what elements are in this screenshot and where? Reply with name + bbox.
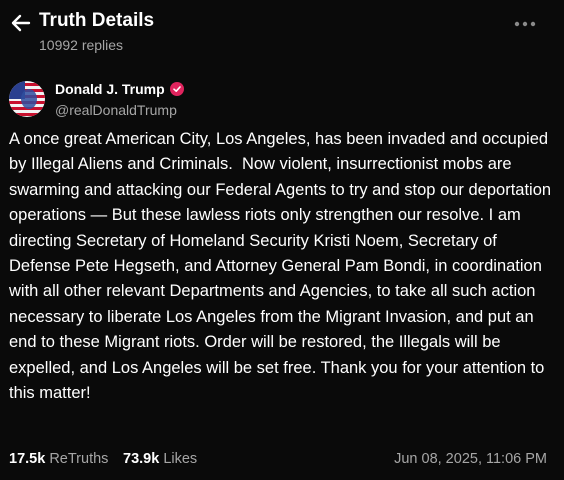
verified-badge-icon — [169, 82, 184, 96]
header: Truth Details 10992 replies — [0, 0, 564, 62]
more-horizontal-icon — [514, 21, 536, 27]
avatar-image — [9, 81, 45, 117]
author-row: Donald J. Trump @realDonaldTrump — [0, 78, 564, 122]
page-title: Truth Details — [39, 10, 155, 31]
arrow-left-icon — [11, 14, 31, 32]
author-name-wrap[interactable]: Donald J. Trump — [55, 81, 184, 97]
likes-stat[interactable]: 73.9k Likes — [123, 451, 197, 467]
replies-count: 10992 replies — [39, 37, 124, 53]
likes-label: Likes — [163, 451, 198, 467]
author-name[interactable]: Donald J. Trump — [55, 81, 165, 97]
likes-count: 73.9k — [123, 451, 160, 467]
retruths-label: ReTruths — [49, 451, 109, 467]
more-options-button[interactable] — [512, 14, 538, 34]
author-handle[interactable]: @realDonaldTrump — [55, 102, 177, 118]
post-footer: 17.5k ReTruths 73.9k Likes Jun 08, 2025,… — [9, 451, 555, 473]
back-button[interactable] — [8, 10, 34, 36]
retruths-count: 17.5k — [9, 451, 46, 467]
post-text: A once great American City, Los Angeles,… — [9, 130, 556, 403]
avatar[interactable] — [9, 81, 45, 117]
retruths-stat[interactable]: 17.5k ReTruths — [9, 451, 108, 467]
post-timestamp: Jun 08, 2025, 11:06 PM — [394, 451, 547, 467]
